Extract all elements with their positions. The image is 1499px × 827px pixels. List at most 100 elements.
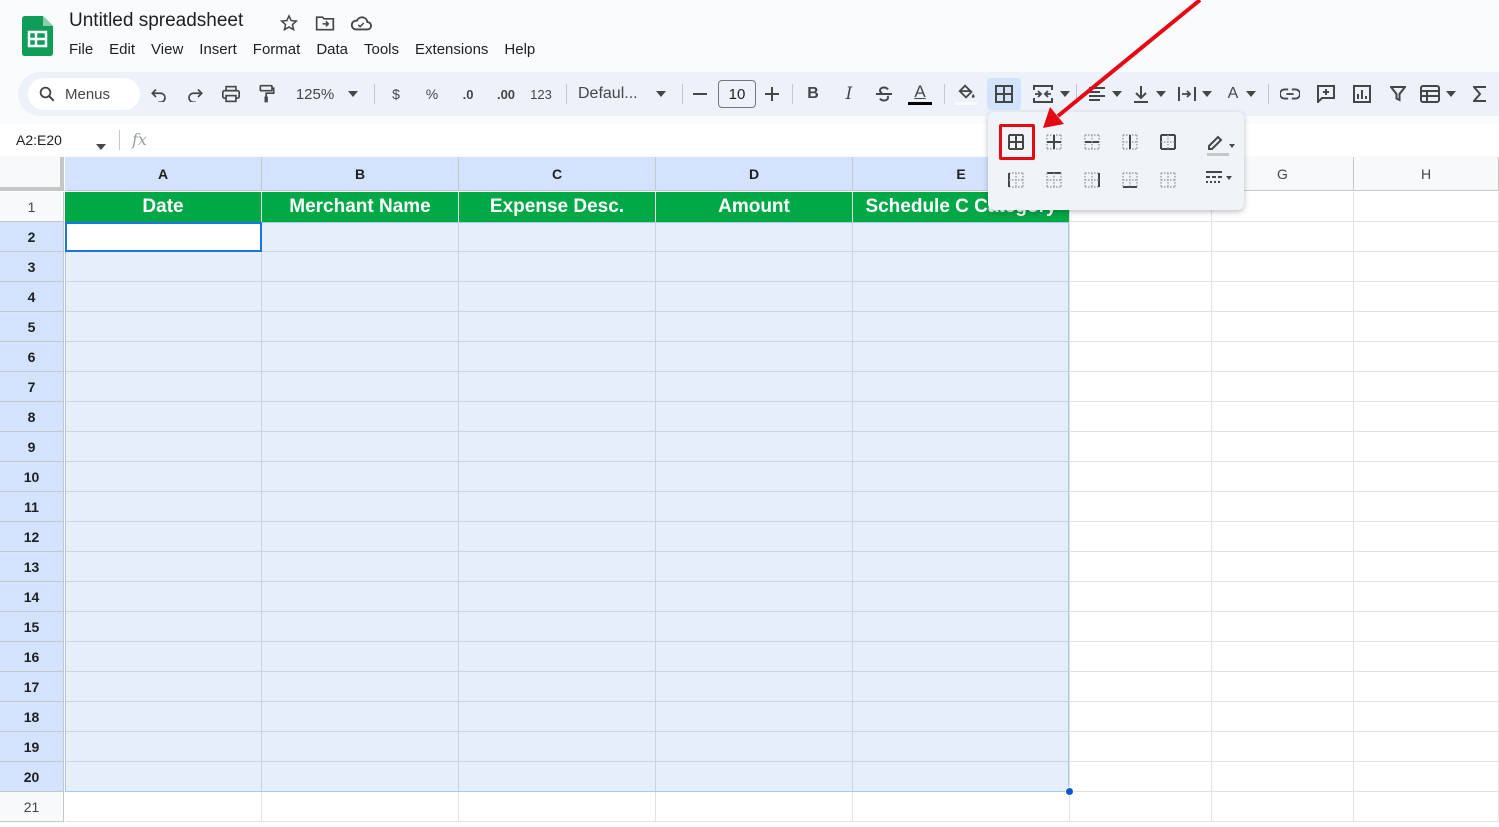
cell-A21[interactable] bbox=[65, 792, 262, 822]
spreadsheet-grid[interactable]: Date Merchant Name Expense Desc. Amount Sche… bbox=[0, 157, 1499, 827]
row-header-11[interactable]: 11 bbox=[0, 492, 64, 522]
top-border-icon[interactable] bbox=[1038, 164, 1070, 196]
cell-G9[interactable] bbox=[1212, 432, 1354, 462]
cell-G13[interactable] bbox=[1212, 552, 1354, 582]
cell-F13[interactable] bbox=[1070, 552, 1212, 582]
right-border-icon[interactable] bbox=[1076, 164, 1108, 196]
font-family-select[interactable]: Defaul... bbox=[578, 72, 644, 116]
cell-H18[interactable] bbox=[1354, 702, 1499, 732]
row-header-9[interactable]: 9 bbox=[0, 432, 64, 462]
insert-comment-icon[interactable] bbox=[1314, 72, 1338, 116]
valign-chevron-down-icon[interactable] bbox=[1154, 72, 1168, 116]
cell-F20[interactable] bbox=[1070, 762, 1212, 792]
bold-button[interactable]: B bbox=[802, 72, 824, 116]
menu-data[interactable]: Data bbox=[308, 39, 356, 60]
text-color-button[interactable]: A bbox=[906, 72, 934, 116]
cell-F19[interactable] bbox=[1070, 732, 1212, 762]
cell-G15[interactable] bbox=[1212, 612, 1354, 642]
horizontal-borders-icon[interactable] bbox=[1076, 126, 1108, 158]
bottom-border-icon[interactable] bbox=[1114, 164, 1146, 196]
cell-G4[interactable] bbox=[1212, 282, 1354, 312]
cell-F2[interactable] bbox=[1070, 222, 1212, 252]
merge-chevron-down-icon[interactable] bbox=[1058, 72, 1072, 116]
cell-H2[interactable] bbox=[1354, 222, 1499, 252]
cell-G11[interactable] bbox=[1212, 492, 1354, 522]
insert-chart-icon[interactable] bbox=[1350, 72, 1374, 116]
column-header-b[interactable]: B bbox=[262, 157, 459, 191]
cell-G12[interactable] bbox=[1212, 522, 1354, 552]
header-cell[interactable]: Merchant Name bbox=[262, 192, 459, 222]
halign-chevron-down-icon[interactable] bbox=[1110, 72, 1124, 116]
row-header-21[interactable]: 21 bbox=[0, 792, 64, 822]
menu-view[interactable]: View bbox=[143, 39, 191, 60]
zoom-chevron-down-icon[interactable] bbox=[346, 72, 360, 116]
cell-G14[interactable] bbox=[1212, 582, 1354, 612]
functions-icon[interactable] bbox=[1468, 72, 1492, 116]
zoom-select[interactable]: 125% bbox=[290, 72, 340, 116]
name-box-chevron-down-icon[interactable] bbox=[96, 137, 106, 155]
border-color-pencil-icon[interactable] bbox=[1200, 128, 1240, 160]
cell-F18[interactable] bbox=[1070, 702, 1212, 732]
cell-F11[interactable] bbox=[1070, 492, 1212, 522]
cell-F21[interactable] bbox=[1070, 792, 1212, 822]
paint-format-icon[interactable] bbox=[256, 72, 278, 116]
cell-G19[interactable] bbox=[1212, 732, 1354, 762]
row-header-3[interactable]: 3 bbox=[0, 252, 64, 282]
header-cell[interactable]: Expense Desc. bbox=[459, 192, 656, 222]
row-header-15[interactable]: 15 bbox=[0, 612, 64, 642]
cell-H11[interactable] bbox=[1354, 492, 1499, 522]
cell-D21[interactable] bbox=[656, 792, 853, 822]
strikethrough-icon[interactable] bbox=[873, 72, 895, 116]
text-wrapping-icon[interactable] bbox=[1176, 72, 1198, 116]
cell-F10[interactable] bbox=[1070, 462, 1212, 492]
cell-H13[interactable] bbox=[1354, 552, 1499, 582]
cell-H3[interactable] bbox=[1354, 252, 1499, 282]
row-header-7[interactable]: 7 bbox=[0, 372, 64, 402]
cell-H7[interactable] bbox=[1354, 372, 1499, 402]
cell-F5[interactable] bbox=[1070, 312, 1212, 342]
percent-format-button[interactable]: % bbox=[422, 72, 442, 116]
vertical-borders-icon[interactable] bbox=[1114, 126, 1146, 158]
increase-decimal-button[interactable]: .00 bbox=[492, 72, 520, 116]
create-filter-icon[interactable] bbox=[1386, 72, 1410, 116]
cell-H8[interactable] bbox=[1354, 402, 1499, 432]
outer-borders-icon[interactable] bbox=[1152, 126, 1184, 158]
cell-H14[interactable] bbox=[1354, 582, 1499, 612]
table-view-icon[interactable] bbox=[1418, 72, 1442, 116]
search-menus-input[interactable]: Menus bbox=[28, 78, 140, 110]
row-header-16[interactable]: 16 bbox=[0, 642, 64, 672]
cell-H10[interactable] bbox=[1354, 462, 1499, 492]
row-header-4[interactable]: 4 bbox=[0, 282, 64, 312]
more-formats-button[interactable]: 123 bbox=[528, 72, 554, 116]
inner-borders-icon[interactable] bbox=[1038, 126, 1070, 158]
font-chevron-down-icon[interactable] bbox=[654, 72, 668, 116]
menu-extensions[interactable]: Extensions bbox=[407, 39, 496, 60]
cell-G8[interactable] bbox=[1212, 402, 1354, 432]
row-header-14[interactable]: 14 bbox=[0, 582, 64, 612]
borders-icon[interactable] bbox=[992, 72, 1016, 116]
cell-F16[interactable] bbox=[1070, 642, 1212, 672]
cell-G16[interactable] bbox=[1212, 642, 1354, 672]
cell-H9[interactable] bbox=[1354, 432, 1499, 462]
wrap-chevron-down-icon[interactable] bbox=[1200, 72, 1214, 116]
row-header-5[interactable]: 5 bbox=[0, 312, 64, 342]
cell-F17[interactable] bbox=[1070, 672, 1212, 702]
cloud-status-icon[interactable] bbox=[350, 12, 372, 34]
row-header-13[interactable]: 13 bbox=[0, 552, 64, 582]
cell-G2[interactable] bbox=[1212, 222, 1354, 252]
cell-C21[interactable] bbox=[459, 792, 656, 822]
insert-link-icon[interactable] bbox=[1278, 72, 1302, 116]
cell-G6[interactable] bbox=[1212, 342, 1354, 372]
cell-F12[interactable] bbox=[1070, 522, 1212, 552]
cell-F9[interactable] bbox=[1070, 432, 1212, 462]
cell-F7[interactable] bbox=[1070, 372, 1212, 402]
column-header-d[interactable]: D bbox=[656, 157, 853, 191]
document-title[interactable]: Untitled spreadsheet bbox=[69, 10, 243, 32]
active-cell[interactable] bbox=[65, 222, 262, 252]
select-all-corner[interactable] bbox=[0, 157, 64, 191]
cell-H17[interactable] bbox=[1354, 672, 1499, 702]
print-icon[interactable] bbox=[220, 72, 242, 116]
row-header-2[interactable]: 2 bbox=[0, 222, 64, 252]
cell-H21[interactable] bbox=[1354, 792, 1499, 822]
merge-cells-icon[interactable] bbox=[1030, 72, 1056, 116]
